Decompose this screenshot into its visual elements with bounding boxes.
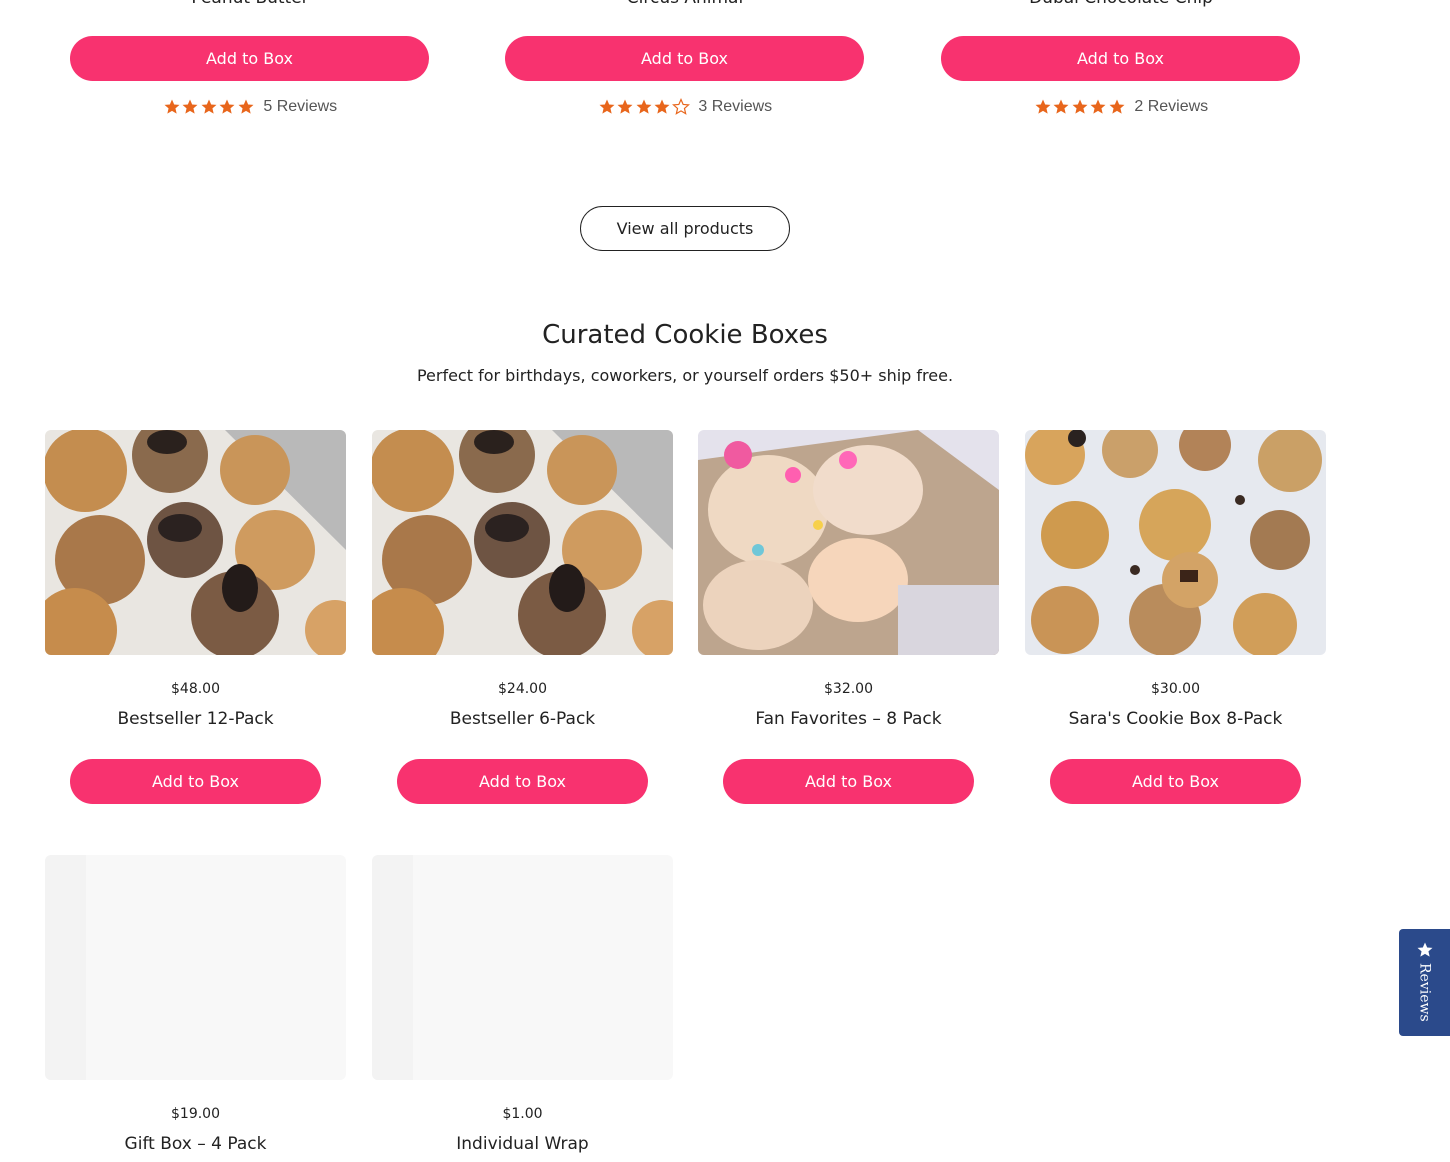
box-name[interactable]: Bestseller 12-Pack bbox=[45, 709, 346, 729]
add-to-box-button[interactable]: Add to Box bbox=[70, 759, 321, 804]
assorted-cookies-image bbox=[1025, 430, 1326, 655]
star-icon bbox=[1417, 942, 1432, 957]
star-filled-icon bbox=[163, 98, 182, 116]
star-filled-icon bbox=[181, 98, 200, 116]
cookies-tray-image bbox=[45, 430, 346, 655]
add-to-box-button[interactable]: Add to Box bbox=[723, 759, 974, 804]
reviews-tab-label: Reviews bbox=[1416, 963, 1433, 1022]
section-subtitle: Perfect for birthdays, coworkers, or you… bbox=[416, 366, 954, 385]
box-name[interactable]: Fan Favorites – 8 Pack bbox=[698, 709, 999, 729]
rating-stars bbox=[163, 98, 256, 116]
star-filled-icon bbox=[200, 98, 219, 116]
box-card: $24.00 Bestseller 6-Pack Add to Box bbox=[372, 430, 673, 804]
product-image[interactable] bbox=[45, 430, 346, 655]
box-card: $19.00 Gift Box – 4 Pack bbox=[45, 855, 346, 1154]
add-to-box-button[interactable]: Add to Box bbox=[70, 36, 429, 81]
box-card: $32.00 Fan Favorites – 8 Pack Add to Box bbox=[698, 430, 999, 804]
star-filled-icon bbox=[1034, 98, 1053, 116]
section-title: Curated Cookie Boxes bbox=[542, 320, 828, 350]
add-to-box-button[interactable]: Add to Box bbox=[505, 36, 864, 81]
star-filled-icon bbox=[598, 98, 617, 116]
star-filled-icon bbox=[635, 98, 654, 116]
box-price: $19.00 bbox=[171, 1106, 220, 1122]
box-price: $1.00 bbox=[502, 1106, 543, 1122]
product-rating[interactable]: 2 Reviews bbox=[941, 98, 1301, 116]
product-image[interactable] bbox=[1025, 430, 1326, 655]
product-name[interactable]: Peanut Butter bbox=[70, 0, 430, 8]
reviews-count: 5 Reviews bbox=[263, 98, 338, 115]
star-filled-icon bbox=[218, 98, 237, 116]
star-empty-icon bbox=[671, 98, 691, 116]
product-rating[interactable]: 5 Reviews bbox=[70, 98, 430, 116]
box-price: $30.00 bbox=[1151, 681, 1200, 697]
star-filled-icon bbox=[653, 98, 672, 116]
top-products-row: Peanut Butter Add to Box 5 Reviews Circu… bbox=[0, 0, 1450, 140]
star-filled-icon bbox=[1089, 98, 1108, 116]
box-card: $48.00 Bestseller 12-Pack Add to Box bbox=[45, 430, 346, 804]
product-rating[interactable]: 3 Reviews bbox=[505, 98, 865, 116]
box-name[interactable]: Bestseller 6-Pack bbox=[372, 709, 673, 729]
box-name[interactable]: Individual Wrap bbox=[372, 1134, 673, 1154]
rating-stars bbox=[598, 98, 691, 116]
product-image[interactable] bbox=[698, 430, 999, 655]
cookies-tray-image bbox=[372, 430, 673, 655]
placeholder-stripe bbox=[372, 855, 413, 1080]
star-filled-icon bbox=[1071, 98, 1090, 116]
box-price: $48.00 bbox=[171, 681, 220, 697]
reviews-count: 2 Reviews bbox=[1134, 98, 1209, 115]
box-name[interactable]: Gift Box – 4 Pack bbox=[45, 1134, 346, 1154]
box-price: $24.00 bbox=[498, 681, 547, 697]
product-name[interactable]: Circus Animal bbox=[505, 0, 865, 8]
add-to-box-button[interactable]: Add to Box bbox=[941, 36, 1300, 81]
image-placeholder[interactable] bbox=[372, 855, 673, 1080]
placeholder-stripe bbox=[45, 855, 86, 1080]
add-to-box-button[interactable]: Add to Box bbox=[397, 759, 648, 804]
star-filled-icon bbox=[237, 98, 256, 116]
reviews-tab[interactable]: Reviews bbox=[1399, 929, 1450, 1036]
star-filled-icon bbox=[1108, 98, 1127, 116]
box-card: $30.00 Sara's Cookie Box 8-Pack Add to B… bbox=[1025, 430, 1326, 804]
rating-stars bbox=[1034, 98, 1127, 116]
add-to-box-button[interactable]: Add to Box bbox=[1050, 759, 1301, 804]
star-filled-icon bbox=[1052, 98, 1071, 116]
box-card: $1.00 Individual Wrap bbox=[372, 855, 673, 1154]
cookie-box-image bbox=[698, 430, 999, 655]
star-filled-icon bbox=[616, 98, 635, 116]
image-placeholder[interactable] bbox=[45, 855, 346, 1080]
box-name[interactable]: Sara's Cookie Box 8-Pack bbox=[1025, 709, 1326, 729]
reviews-count: 3 Reviews bbox=[698, 98, 773, 115]
box-price: $32.00 bbox=[824, 681, 873, 697]
view-all-products-button[interactable]: View all products bbox=[580, 206, 790, 251]
product-image[interactable] bbox=[372, 430, 673, 655]
product-name[interactable]: Dubai Chocolate Chip bbox=[941, 0, 1301, 8]
